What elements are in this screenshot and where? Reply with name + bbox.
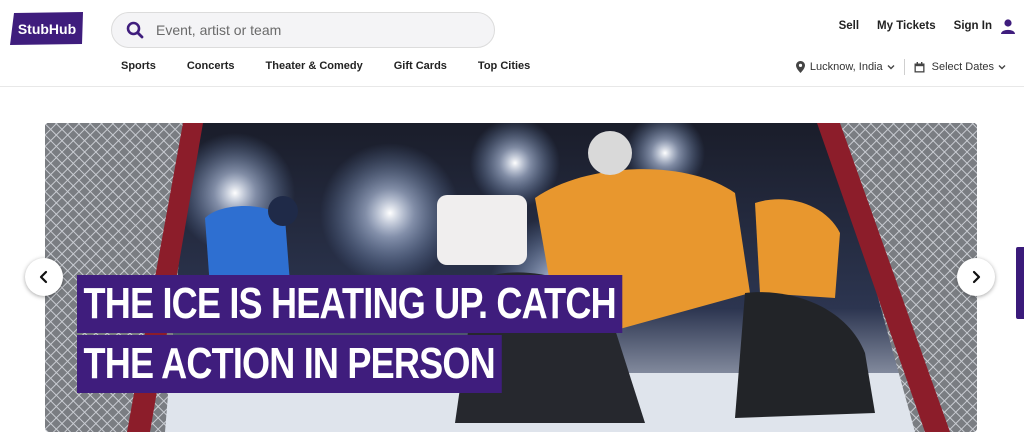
search-input[interactable] (156, 22, 476, 38)
site-header: StubHub Sell My Tickets Sign In Sports C… (0, 0, 1024, 87)
dates-label: Select Dates (931, 61, 994, 73)
location-pin-icon (795, 61, 805, 73)
logo-text: StubHub (18, 21, 76, 37)
sell-link[interactable]: Sell (839, 20, 859, 32)
chevron-left-icon (39, 270, 48, 284)
chevron-down-icon (887, 65, 895, 70)
nav-concerts[interactable]: Concerts (187, 60, 235, 72)
top-nav: Sell My Tickets Sign In (821, 18, 1016, 34)
sign-in-link[interactable]: Sign In (954, 20, 992, 32)
hero-headline: THE ICE IS HEATING UP. CATCH THE ACTION … (77, 275, 742, 393)
user-icon[interactable] (1000, 18, 1016, 34)
stubhub-logo[interactable]: StubHub (10, 12, 84, 45)
category-nav: Sports Concerts Theater & Comedy Gift Ca… (121, 60, 561, 72)
my-tickets-link[interactable]: My Tickets (877, 20, 936, 32)
divider (903, 59, 905, 75)
feedback-tab[interactable] (1016, 247, 1024, 319)
carousel-next-button[interactable] (957, 258, 995, 296)
nav-theater-comedy[interactable]: Theater & Comedy (266, 60, 363, 72)
chevron-down-icon (998, 65, 1006, 70)
nav-sports[interactable]: Sports (121, 60, 156, 72)
chevron-right-icon (972, 270, 981, 284)
search-bar[interactable] (111, 12, 495, 48)
carousel-prev-button[interactable] (25, 258, 63, 296)
hero-banner[interactable]: THE ICE IS HEATING UP. CATCH THE ACTION … (45, 123, 977, 432)
headline-line-2: THE ACTION IN PERSON (77, 335, 502, 393)
calendar-icon (914, 61, 925, 72)
date-selector[interactable]: Select Dates (914, 61, 1006, 73)
location-selector[interactable]: Lucknow, India (795, 61, 895, 73)
nav-gift-cards[interactable]: Gift Cards (394, 60, 447, 72)
location-label: Lucknow, India (809, 61, 883, 73)
headline-line-1: THE ICE IS HEATING UP. CATCH (77, 275, 623, 333)
search-icon (126, 21, 144, 39)
nav-top-cities[interactable]: Top Cities (478, 60, 530, 72)
filter-bar: Lucknow, India Select Dates (795, 59, 1006, 75)
